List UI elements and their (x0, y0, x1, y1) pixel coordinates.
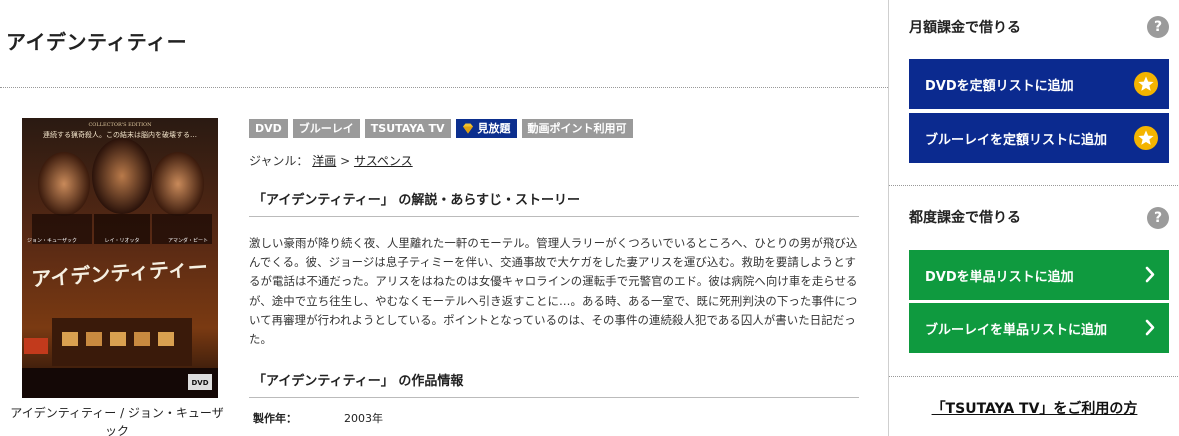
per-rental-heading: 都度課金で借りる (909, 210, 1021, 226)
tag-bluray: ブルーレイ (292, 119, 360, 138)
add-bluray-single-label: ブルーレイを単品リストに追加 (925, 322, 1108, 338)
cover-tagline: 連続する猟奇殺人。この結末は脳内を破壊する… (43, 130, 197, 139)
genre-breadcrumb: ジャンル： 洋画 > サスペンス (249, 152, 859, 169)
synopsis-heading: 「アイデンティティー」 の解説・あらすじ・ストーリー (249, 189, 859, 217)
main-content: アイデンティティー COLLECTOR'S EDITION 連続する猟奇殺人。こ… (0, 0, 888, 436)
details-panel: DVD ブルーレイ TSUTAYA TV 見放題 動画ポイント利用可 ジャンル：… (249, 119, 859, 426)
genre-label: ジャンル： (249, 154, 309, 168)
diamond-icon (462, 123, 473, 134)
chevron-right-icon (1145, 319, 1155, 336)
cover-cast-2: レイ・リオッタ (104, 237, 139, 244)
cover-dvd-mark: DVD (191, 379, 208, 387)
add-dvd-monthly-button[interactable]: DVDを定額リストに追加 (909, 59, 1169, 109)
format-tags: DVD ブルーレイ TSUTAYA TV 見放題 動画ポイント利用可 (249, 119, 859, 138)
cover-image[interactable]: COLLECTOR'S EDITION 連続する猟奇殺人。この結末は脳内を破壊す… (22, 118, 218, 398)
star-icon (1134, 126, 1158, 150)
title-bar: アイデンティティー (0, 0, 888, 88)
info-heading: 「アイデンティティー」 の作品情報 (249, 370, 859, 399)
tag-dvd: DVD (249, 119, 288, 138)
info-value: 2003年 (344, 412, 383, 426)
cover-art: COLLECTOR'S EDITION 連続する猟奇殺人。この結末は脳内を破壊す… (22, 118, 218, 398)
tag-points: 動画ポイント利用可 (521, 119, 633, 138)
cover-top-text: COLLECTOR'S EDITION (88, 122, 152, 128)
sidebar-divider (889, 185, 1179, 186)
tag-unlimited-label: 見放題 (477, 122, 511, 135)
add-bluray-single-button[interactable]: ブルーレイを単品リストに追加 (909, 303, 1169, 353)
add-bluray-monthly-label: ブルーレイを定額リストに追加 (925, 132, 1108, 148)
genre-link-level2[interactable]: サスペンス (354, 154, 413, 168)
help-icon[interactable]: ? (1147, 16, 1169, 38)
synopsis-text: 激しい豪雨が降り続く夜、人里離れた一軒のモーテル。管理人ラリーがくつろいでいると… (249, 236, 858, 347)
cover-caption[interactable]: アイデンティティー / ジョン・キューザック (10, 404, 224, 436)
cover-cast-3: アマンダ・ピート (168, 237, 208, 244)
rental-sidebar: 月額課金で借りる ? DVDを定額リストに追加 ブルーレイを定額リストに追加 都… (888, 0, 1179, 436)
add-dvd-single-button[interactable]: DVDを単品リストに追加 (909, 250, 1169, 300)
tsutaya-tv-link[interactable]: 「TSUTAYA TV」をご利用の方 (889, 398, 1179, 418)
cover-cast-1: ジョン・キューザック (27, 238, 77, 244)
info-key: 製作年： (253, 412, 297, 426)
chevron-right-icon (1145, 266, 1155, 283)
genre-separator: > (340, 154, 351, 168)
help-icon[interactable]: ? (1147, 207, 1169, 229)
add-dvd-monthly-label: DVDを定額リストに追加 (925, 78, 1074, 94)
monthly-heading: 月額課金で借りる (909, 20, 1021, 36)
star-icon (1134, 72, 1158, 96)
info-row: 製作年： 2003年 (249, 410, 859, 426)
add-dvd-single-label: DVDを単品リストに追加 (925, 269, 1074, 285)
add-bluray-monthly-button[interactable]: ブルーレイを定額リストに追加 (909, 113, 1169, 163)
tag-tsutaya-tv: TSUTAYA TV (364, 119, 451, 138)
page-title: アイデンティティー (6, 30, 188, 54)
tag-unlimited: 見放題 (455, 119, 517, 138)
sidebar-divider (889, 376, 1179, 377)
genre-link-level1[interactable]: 洋画 (312, 154, 336, 168)
